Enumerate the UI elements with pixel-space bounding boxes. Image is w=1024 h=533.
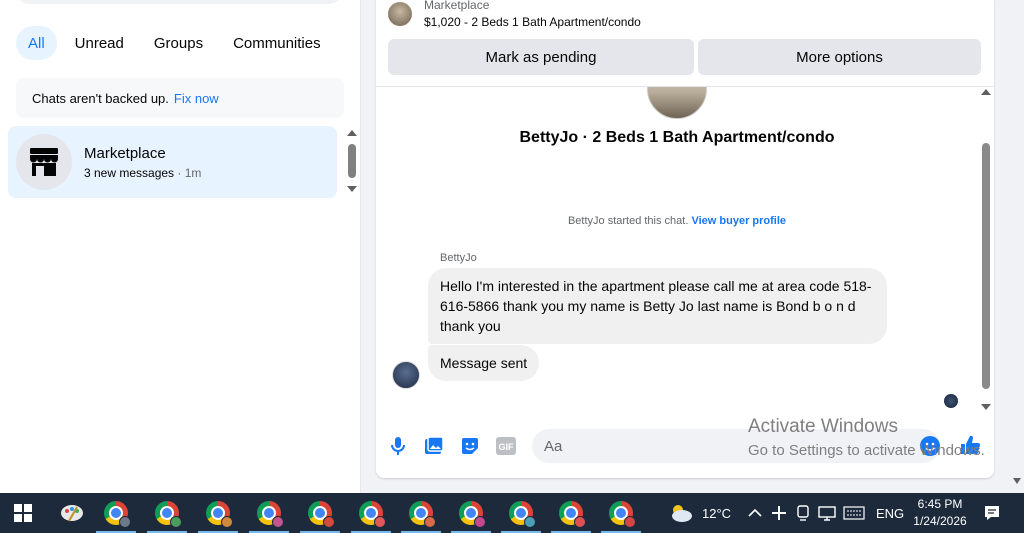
view-buyer-profile-link[interactable]: View buyer profile bbox=[691, 215, 786, 227]
like-icon[interactable] bbox=[959, 434, 981, 461]
language-indicator[interactable]: ENG bbox=[876, 493, 904, 533]
sender-name: BettyJo bbox=[440, 252, 477, 264]
weather-temp: 12°C bbox=[702, 505, 732, 521]
microphone-icon[interactable] bbox=[387, 435, 409, 457]
filter-unread[interactable]: Unread bbox=[63, 26, 136, 60]
conversation-title: BettyJo · 2 Beds 1 Bath Apartment/condo bbox=[519, 129, 835, 146]
chat-list-panel: All Unread Groups Communities Chats aren… bbox=[0, 0, 361, 493]
chat-name: Marketplace bbox=[84, 144, 166, 162]
scroll-thumb[interactable] bbox=[348, 144, 356, 178]
started-text: BettyJo started this chat. bbox=[567, 215, 689, 227]
chat-started-notice: BettyJo started this chat. View buyer pr… bbox=[376, 215, 978, 227]
chrome-app-icon[interactable] bbox=[249, 498, 289, 533]
composer: GIF Aa bbox=[376, 426, 994, 466]
marketplace-icon bbox=[30, 148, 58, 176]
backup-text: Chats aren't backed up. bbox=[32, 90, 169, 106]
profile-badge bbox=[574, 516, 586, 528]
chrome-app-icon[interactable] bbox=[300, 498, 340, 533]
profile-badge bbox=[524, 516, 536, 528]
chrome-app-icon[interactable] bbox=[198, 498, 238, 533]
sender-avatar[interactable] bbox=[392, 361, 420, 389]
clock-date: 1/24/2026 bbox=[913, 514, 967, 528]
clock[interactable]: 6:45 PM 1/24/2026 bbox=[905, 496, 975, 530]
scroll-up-icon[interactable] bbox=[981, 89, 991, 95]
profile-badge bbox=[624, 516, 636, 528]
chrome-app-icon[interactable] bbox=[501, 498, 541, 533]
conversation-panel: Marketplace $1,020 - 2 Beds 1 Bath Apart… bbox=[376, 0, 994, 478]
scroll-up-icon[interactable] bbox=[347, 130, 357, 136]
profile-badge bbox=[272, 516, 284, 528]
weather-cloud-icon bbox=[672, 505, 692, 522]
message-thread: BettyJo · 2 Beds 1 Bath Apartment/condo … bbox=[376, 87, 994, 412]
gif-icon[interactable]: GIF bbox=[495, 435, 517, 457]
message-text: Message sent bbox=[440, 355, 528, 371]
chat-preview: 3 new messages bbox=[84, 165, 175, 180]
profile-badge bbox=[424, 516, 436, 528]
chat-time: · 1m bbox=[174, 165, 202, 180]
chrome-app-icon[interactable] bbox=[351, 498, 391, 533]
chat-item-marketplace[interactable]: Marketplace 3 new messages · 1m bbox=[8, 126, 337, 198]
chrome-app-icon[interactable] bbox=[451, 498, 491, 533]
scroll-thumb[interactable] bbox=[982, 143, 990, 389]
listing-source: Marketplace bbox=[424, 0, 490, 12]
seen-avatar bbox=[944, 394, 958, 408]
chrome-app-icon[interactable] bbox=[96, 498, 136, 533]
photo-icon[interactable] bbox=[423, 435, 445, 457]
fix-now-link[interactable]: Fix now bbox=[174, 91, 219, 106]
chat-subtitle: 3 new messages · 1m bbox=[84, 166, 201, 180]
search-input[interactable] bbox=[16, 0, 342, 4]
message-input[interactable]: Aa bbox=[532, 429, 940, 463]
profile-badge bbox=[374, 516, 386, 528]
clock-time: 6:45 PM bbox=[917, 497, 963, 511]
scroll-down-icon[interactable] bbox=[347, 186, 357, 192]
taskbar: 12°C ENG 6:45 PM 1/24/2026 bbox=[0, 493, 1024, 533]
sticker-icon[interactable] bbox=[459, 435, 481, 457]
profile-badge bbox=[474, 516, 486, 528]
listing-header[interactable]: Marketplace $1,020 - 2 Beds 1 Bath Apart… bbox=[388, 0, 641, 29]
show-hidden-icons[interactable] bbox=[748, 493, 762, 533]
device-icon[interactable] bbox=[796, 493, 810, 533]
chrome-app-icon[interactable] bbox=[147, 498, 187, 533]
listing-title: $1,020 - 2 Beds 1 Bath Apartment/condo bbox=[424, 15, 641, 29]
profile-badge bbox=[170, 516, 182, 528]
chrome-app-icon[interactable] bbox=[401, 498, 441, 533]
thread-scrollbar[interactable] bbox=[979, 87, 993, 412]
plus-icon[interactable] bbox=[771, 493, 787, 533]
chevron-up-icon bbox=[748, 508, 762, 517]
emoji-icon[interactable] bbox=[919, 435, 941, 457]
keyboard-icon[interactable] bbox=[843, 493, 865, 533]
filter-groups[interactable]: Groups bbox=[142, 26, 215, 60]
backup-notice: Chats aren't backed up. Fix now bbox=[16, 78, 344, 118]
chat-filters: All Unread Groups Communities bbox=[16, 26, 333, 60]
mark-as-pending-button[interactable]: Mark as pending bbox=[388, 39, 694, 75]
profile-badge bbox=[221, 516, 233, 528]
chrome-app-icon[interactable] bbox=[551, 498, 591, 533]
windows-start-icon[interactable] bbox=[14, 504, 32, 522]
profile-badge bbox=[119, 516, 131, 528]
message-bubble: Message sent bbox=[428, 345, 540, 381]
notification-icon[interactable] bbox=[983, 493, 1001, 533]
network-icon[interactable] bbox=[818, 493, 836, 533]
page-scroll-down-icon[interactable] bbox=[1013, 478, 1021, 484]
filter-all[interactable]: All bbox=[16, 26, 57, 60]
svg-text:GIF: GIF bbox=[499, 442, 515, 452]
filter-communities[interactable]: Communities bbox=[221, 26, 333, 60]
listing-image bbox=[647, 87, 707, 119]
scroll-down-icon[interactable] bbox=[981, 404, 991, 410]
listing-thumbnail bbox=[388, 1, 412, 26]
more-options-button[interactable]: More options bbox=[698, 39, 981, 75]
chrome-app-icon[interactable] bbox=[601, 498, 641, 533]
marketplace-avatar bbox=[16, 134, 72, 190]
paint-app-icon[interactable] bbox=[57, 498, 87, 528]
chat-list-scrollbar[interactable] bbox=[345, 128, 359, 194]
weather-widget[interactable]: 12°C bbox=[668, 493, 731, 533]
profile-badge bbox=[323, 516, 335, 528]
message-bubble: Hello I'm interested in the apartment pl… bbox=[428, 268, 887, 344]
